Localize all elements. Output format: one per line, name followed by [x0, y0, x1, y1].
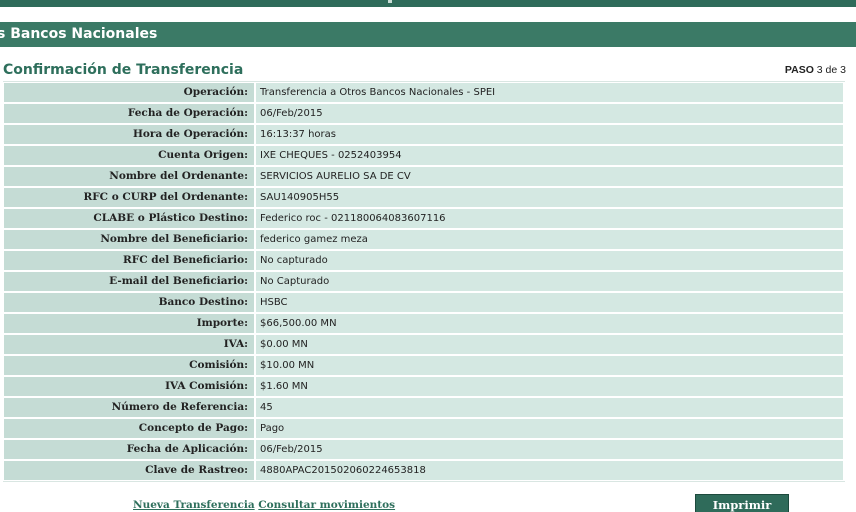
field-label: Clave de Rastreo:	[4, 461, 256, 480]
banner-notch	[388, 0, 392, 3]
table-row: Clave de Rastreo: 4880APAC201502060224653…	[4, 461, 843, 482]
step-indicator: PASO 3 de 3	[785, 64, 846, 76]
table-row: CLABE o Plástico Destino: Federico roc - …	[4, 209, 843, 230]
table-row: Fecha de Operación: 06/Feb/2015	[4, 104, 843, 125]
field-value: Pago	[256, 419, 843, 438]
field-value: 16:13:37 horas	[256, 125, 843, 144]
section-title: s Bancos Nacionales	[0, 26, 158, 42]
field-value: No Capturado	[256, 272, 843, 291]
table-row: E-mail del Beneficiario: No Capturado	[4, 272, 843, 293]
field-label: Cuenta Origen:	[4, 146, 256, 165]
field-label: Fecha de Operación:	[4, 104, 256, 123]
step-value: 3 de 3	[816, 64, 846, 76]
action-links: Nueva Transferencia Consultar movimiento…	[133, 499, 395, 511]
field-value: Federico roc - 021180064083607116	[256, 209, 843, 228]
field-value: $0.00 MN	[256, 335, 843, 354]
table-row: Número de Referencia: 45	[4, 398, 843, 419]
field-label: E-mail del Beneficiario:	[4, 272, 256, 291]
print-button[interactable]: Imprimir	[695, 494, 789, 512]
field-value: 06/Feb/2015	[256, 440, 843, 459]
field-label: Concepto de Pago:	[4, 419, 256, 438]
title-divider	[3, 81, 845, 82]
field-label: Nombre del Beneficiario:	[4, 230, 256, 249]
table-row: Nombre del Beneficiario: federico gamez m…	[4, 230, 843, 251]
field-label: Comisión:	[4, 356, 256, 375]
table-row: Hora de Operación: 16:13:37 horas	[4, 125, 843, 146]
field-label: Fecha de Aplicación:	[4, 440, 256, 459]
field-value: No capturado	[256, 251, 843, 270]
footer-divider	[3, 481, 845, 482]
field-label: CLABE o Plástico Destino:	[4, 209, 256, 228]
table-row: Cuenta Origen: IXE CHEQUES - 0252403954	[4, 146, 843, 167]
field-value: HSBC	[256, 293, 843, 312]
field-label: Operación:	[4, 83, 256, 102]
table-row: Nombre del Ordenante: SERVICIOS AURELIO S…	[4, 167, 843, 188]
field-value: SERVICIOS AURELIO SA DE CV	[256, 167, 843, 186]
field-value: 4880APAC201502060224653818	[256, 461, 843, 480]
field-label: IVA:	[4, 335, 256, 354]
field-value: $1.60 MN	[256, 377, 843, 396]
table-row: Concepto de Pago: Pago	[4, 419, 843, 440]
field-value: Transferencia a Otros Bancos Nacionales …	[256, 83, 843, 102]
transfer-details-table: Operación: Transferencia a Otros Bancos N…	[4, 83, 843, 482]
field-label: Número de Referencia:	[4, 398, 256, 417]
page-title: Confirmación de Transferencia	[3, 62, 244, 78]
step-label: PASO	[784, 64, 814, 76]
table-row: Banco Destino: HSBC	[4, 293, 843, 314]
field-label: Nombre del Ordenante:	[4, 167, 256, 186]
field-value: 45	[256, 398, 843, 417]
field-value: $10.00 MN	[256, 356, 843, 375]
field-label: Hora de Operación:	[4, 125, 256, 144]
field-value: $66,500.00 MN	[256, 314, 843, 333]
field-value: IXE CHEQUES - 0252403954	[256, 146, 843, 165]
field-label: RFC o CURP del Ordenante:	[4, 188, 256, 207]
table-row: RFC o CURP del Ordenante: SAU140905H55	[4, 188, 843, 209]
field-value: federico gamez meza	[256, 230, 843, 249]
field-label: Banco Destino:	[4, 293, 256, 312]
table-row: Comisión: $10.00 MN	[4, 356, 843, 377]
field-label: RFC del Beneficiario:	[4, 251, 256, 270]
top-banner-strip	[0, 0, 856, 7]
table-row: Operación: Transferencia a Otros Bancos N…	[4, 83, 843, 104]
field-value: 06/Feb/2015	[256, 104, 843, 123]
field-value: SAU140905H55	[256, 188, 843, 207]
section-header-bar: s Bancos Nacionales	[0, 22, 856, 47]
table-row: IVA Comisión: $1.60 MN	[4, 377, 843, 398]
table-row: Importe: $66,500.00 MN	[4, 314, 843, 335]
table-row: IVA: $0.00 MN	[4, 335, 843, 356]
field-label: Importe:	[4, 314, 256, 333]
table-row: RFC del Beneficiario: No capturado	[4, 251, 843, 272]
table-row: Fecha de Aplicación: 06/Feb/2015	[4, 440, 843, 461]
view-movements-link[interactable]: Consultar movimientos	[258, 499, 395, 511]
new-transfer-link[interactable]: Nueva Transferencia	[133, 499, 255, 511]
field-label: IVA Comisión:	[4, 377, 256, 396]
